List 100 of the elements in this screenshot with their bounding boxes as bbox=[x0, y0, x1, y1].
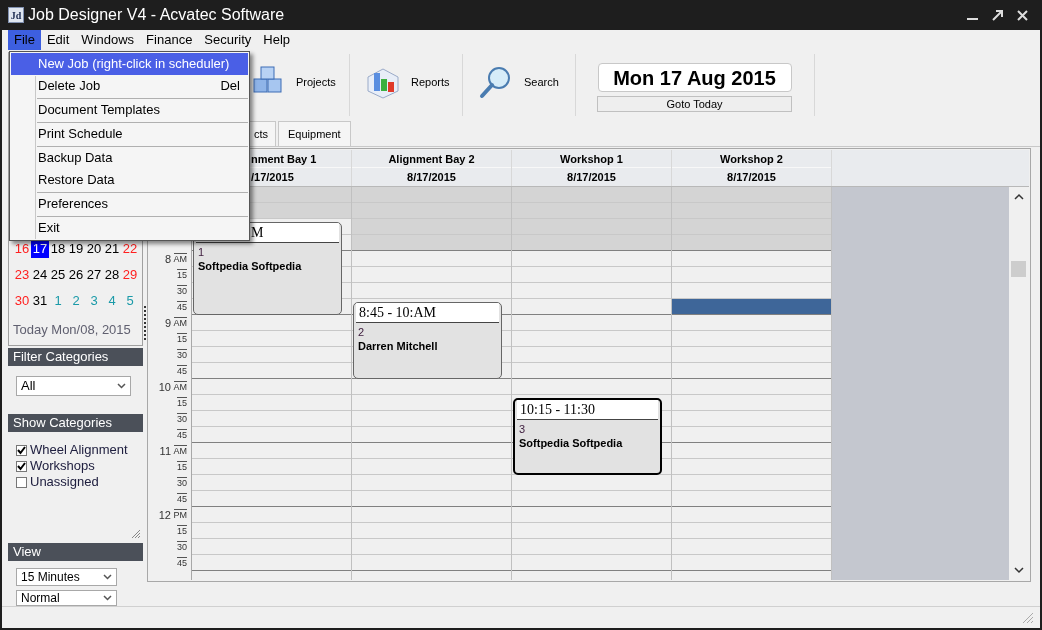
scroll-up-icon[interactable] bbox=[1014, 193, 1024, 200]
minute-label: 15 bbox=[177, 461, 187, 473]
calendar-day[interactable]: 26 bbox=[67, 264, 85, 285]
caret-icon bbox=[103, 595, 112, 601]
tab[interactable]: Equipment bbox=[278, 121, 351, 146]
job-card[interactable]: M 1 Softpedia Softpedia bbox=[193, 222, 342, 315]
calendar-day[interactable]: 24 bbox=[31, 264, 49, 285]
calendar-day[interactable]: 28 bbox=[103, 264, 121, 285]
slot-cell[interactable] bbox=[352, 219, 511, 235]
slot-cell[interactable] bbox=[352, 203, 511, 219]
menu-item[interactable]: Document Templates bbox=[11, 99, 248, 121]
menu-item[interactable]: Help bbox=[257, 30, 297, 50]
menu-item[interactable]: Security bbox=[198, 30, 258, 50]
checkbox-label: Workshops bbox=[30, 457, 95, 476]
minute-label: 30 bbox=[177, 285, 187, 297]
job-number: 1 bbox=[197, 245, 206, 259]
minute-label: 15 bbox=[177, 269, 187, 281]
filter-select[interactable]: All bbox=[16, 376, 131, 396]
minute-label: 30 bbox=[177, 349, 187, 361]
scroll-down-icon[interactable] bbox=[1014, 567, 1024, 574]
scroll-thumb[interactable] bbox=[1011, 261, 1026, 277]
caret-icon bbox=[103, 574, 112, 580]
goto-today-button[interactable]: Goto Today bbox=[597, 96, 792, 112]
hour-label: 10 bbox=[158, 379, 171, 395]
period-label: AM bbox=[173, 381, 187, 393]
column-date: 8/17/2015 bbox=[726, 170, 777, 185]
toolbar-button[interactable]: Search bbox=[463, 54, 576, 116]
minute-label: 45 bbox=[177, 493, 187, 505]
calendar-day[interactable]: 19 bbox=[67, 238, 85, 259]
date-display: Mon 17 Aug 2015 bbox=[597, 63, 792, 92]
panel-header: Filter Categories bbox=[8, 348, 143, 366]
toolbar-button[interactable]: Reports bbox=[350, 54, 463, 116]
slot-cell[interactable] bbox=[672, 187, 831, 203]
slot-cell[interactable] bbox=[512, 187, 671, 203]
caret-icon bbox=[117, 383, 126, 389]
column-date: 8/17/2015 bbox=[406, 170, 457, 185]
column-date: 8/17/2015 bbox=[566, 170, 617, 185]
app-logo: Jd bbox=[8, 7, 24, 23]
calendar-day[interactable]: 25 bbox=[49, 264, 67, 285]
calendar-day[interactable]: 18 bbox=[49, 238, 67, 259]
calendar-day[interactable]: 20 bbox=[85, 238, 103, 259]
job-card[interactable]: 8:45 - 10:AM 2 Darren Mitchell bbox=[353, 302, 502, 379]
menu-item[interactable]: Windows bbox=[75, 30, 141, 50]
calendar-day[interactable]: 27 bbox=[85, 264, 103, 285]
resize-grip-icon[interactable] bbox=[1022, 612, 1034, 624]
slot-cell[interactable] bbox=[352, 187, 511, 203]
menu-item[interactable]: Finance bbox=[140, 30, 199, 50]
slot-cell[interactable] bbox=[512, 235, 671, 251]
window-title: Job Designer V4 - Acvatec Software bbox=[28, 5, 285, 25]
job-customer: Softpedia Softpedia bbox=[518, 436, 624, 450]
job-number: 2 bbox=[357, 325, 366, 339]
menu-item[interactable]: Restore Data bbox=[11, 169, 248, 191]
hour-label: 8 bbox=[164, 251, 171, 267]
checkbox[interactable] bbox=[16, 460, 27, 472]
menu-item[interactable]: Delete Job Del bbox=[11, 75, 248, 97]
column-header: Workshop 1 bbox=[512, 150, 671, 168]
minute-label: 45 bbox=[177, 429, 187, 441]
column-header: Workshop 2 bbox=[672, 150, 831, 168]
hour-label: 9 bbox=[164, 315, 171, 331]
job-customer: Darren Mitchell bbox=[357, 339, 439, 353]
view-select[interactable]: 15 Minutes bbox=[16, 568, 117, 586]
menu-item[interactable]: New Job (right-click in scheduler) bbox=[11, 53, 248, 75]
hour-label: 11 bbox=[159, 443, 171, 459]
checkbox[interactable] bbox=[16, 476, 27, 488]
maximize-icon[interactable] bbox=[992, 9, 1003, 21]
job-number: 3 bbox=[518, 422, 527, 436]
menu-item[interactable]: File bbox=[8, 30, 41, 50]
checkbox-label: Unassigned bbox=[30, 473, 99, 492]
job-customer: Softpedia Softpedia bbox=[197, 259, 303, 273]
job-time: 8:45 - 10:AM bbox=[356, 303, 499, 323]
calendar-day[interactable]: 21 bbox=[103, 238, 121, 259]
view-select[interactable]: Normal bbox=[16, 590, 117, 606]
period-label: AM bbox=[173, 445, 187, 457]
menu-item[interactable]: Preferences bbox=[11, 193, 248, 215]
minute-label: 15 bbox=[177, 397, 187, 409]
menu-item[interactable]: Edit bbox=[40, 30, 76, 50]
panel-header: Show Categories bbox=[8, 414, 143, 432]
calendar-day[interactable]: 31 bbox=[31, 290, 49, 311]
shortcut-label: Del bbox=[220, 77, 240, 96]
job-card[interactable]: 10:15 - 11:30 3 Softpedia Softpedia bbox=[513, 398, 662, 475]
minute-label: 45 bbox=[177, 557, 187, 569]
hour-label: 12 bbox=[158, 507, 171, 523]
minute-label: 30 bbox=[177, 413, 187, 425]
panel-header: View bbox=[8, 543, 143, 561]
minute-label: 15 bbox=[177, 525, 187, 537]
slot-cell[interactable] bbox=[352, 235, 511, 251]
column-date: /17/2015 bbox=[250, 170, 295, 185]
selected-slot[interactable] bbox=[672, 299, 831, 315]
column-header: Alignment Bay 2 bbox=[352, 150, 511, 168]
minute-label: 45 bbox=[177, 365, 187, 377]
minute-label: 30 bbox=[177, 477, 187, 489]
slot-cell[interactable] bbox=[672, 235, 831, 251]
minute-label: 30 bbox=[177, 541, 187, 553]
period-label: AM bbox=[173, 253, 187, 265]
close-icon[interactable] bbox=[1017, 9, 1028, 21]
resize-grip-icon[interactable] bbox=[131, 529, 141, 539]
checkbox[interactable] bbox=[16, 444, 27, 456]
checkbox-label: Wheel Alignment bbox=[30, 441, 128, 460]
today-label[interactable]: Today Mon/08, 2015 bbox=[13, 319, 142, 339]
period-label: PM bbox=[173, 509, 187, 521]
